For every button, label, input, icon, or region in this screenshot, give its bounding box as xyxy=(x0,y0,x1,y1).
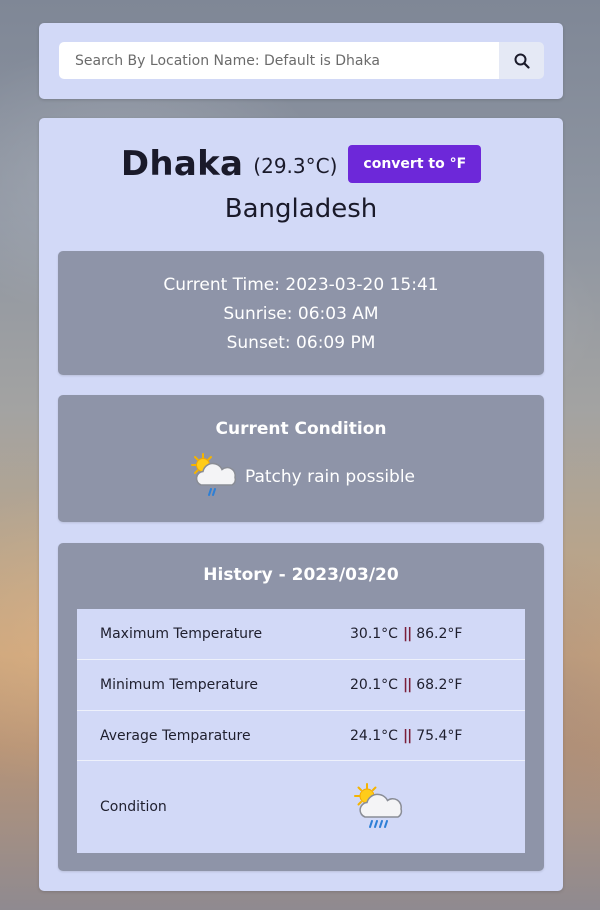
search-button[interactable] xyxy=(499,42,544,79)
table-row: Minimum Temperature 20.1°C || 68.2°F xyxy=(77,660,525,711)
row-value: 20.1°C || 68.2°F xyxy=(350,677,462,693)
weather-card: Dhaka (29.3°C) convert to °F Bangladesh … xyxy=(39,118,563,891)
time-panel: Current Time: 2023-03-20 15:41 Sunrise: … xyxy=(58,251,544,375)
row-label: Condition xyxy=(100,799,167,815)
row-label: Average Temparature xyxy=(100,727,251,744)
value-separator: || xyxy=(402,727,412,744)
value-separator: || xyxy=(402,626,412,642)
patchy-rain-icon xyxy=(354,783,403,828)
current-temperature: (29.3°C) xyxy=(253,154,338,178)
celsius-value: 20.1°C xyxy=(350,677,398,693)
location-header: Dhaka (29.3°C) convert to °F xyxy=(39,144,563,184)
search-input[interactable] xyxy=(59,42,499,79)
table-row: Average Temparature 24.1°C || 75.4°F xyxy=(77,711,525,761)
table-row: Maximum Temperature 30.1°C || 86.2°F xyxy=(77,609,525,660)
celsius-value: 24.1°C xyxy=(350,727,398,744)
country-name: Bangladesh xyxy=(224,194,378,224)
fahrenheit-value: 75.4°F xyxy=(416,727,463,744)
convert-unit-button[interactable]: convert to °F xyxy=(348,145,482,183)
search-card xyxy=(39,23,563,99)
sunset-time: Sunset: 06:09 PM xyxy=(226,333,376,353)
history-panel: History - 2023/03/20 Maximum Temperature… xyxy=(58,543,544,871)
value-separator: || xyxy=(402,677,412,693)
row-value: 30.1°C || 86.2°F xyxy=(350,626,462,642)
patchy-rain-icon xyxy=(190,453,237,496)
celsius-value: 30.1°C xyxy=(350,626,398,642)
table-row: Condition xyxy=(77,761,525,853)
sunrise-time: Sunrise: 06:03 AM xyxy=(223,304,379,324)
search-icon xyxy=(514,53,530,69)
current-condition-title: Current Condition xyxy=(215,419,387,439)
row-value: 24.1°C || 75.4°F xyxy=(350,728,462,744)
fahrenheit-value: 86.2°F xyxy=(416,626,463,642)
fahrenheit-value: 68.2°F xyxy=(416,677,463,693)
current-time: Current Time: 2023-03-20 15:41 xyxy=(163,275,439,295)
current-condition-text: Patchy rain possible xyxy=(244,467,416,487)
current-condition-panel: Current Condition Patchy rain possible xyxy=(58,395,544,522)
history-title: History - 2023/03/20 xyxy=(203,565,399,585)
row-label: Maximum Temperature xyxy=(100,626,263,642)
history-table: Maximum Temperature 30.1°C || 86.2°F Minim… xyxy=(77,609,525,853)
city-name: Dhaka xyxy=(120,144,244,184)
row-label: Minimum Temperature xyxy=(100,677,259,693)
